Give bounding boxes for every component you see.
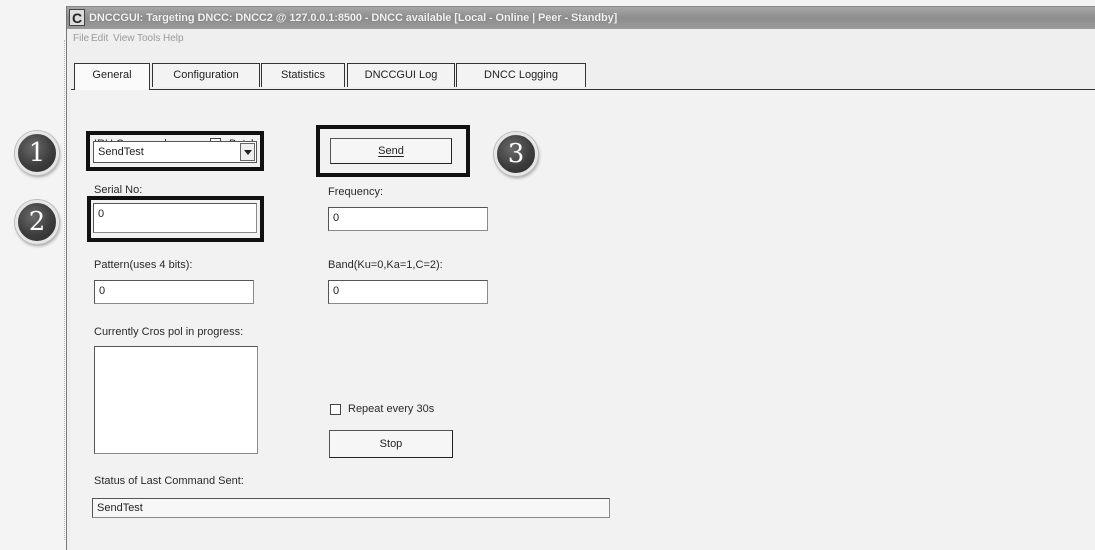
repeat-label: Repeat every 30s — [348, 403, 435, 415]
callout-2: 2 — [15, 200, 59, 244]
window-title: DNCCGUI: Targeting DNCC: DNCC2 @ 127.0.0… — [89, 12, 618, 24]
menu-file[interactable]: File — [73, 30, 89, 48]
cross-pol-label: Currently Cros pol in progress: — [94, 326, 244, 338]
repeat-checkbox[interactable] — [330, 404, 341, 415]
cross-pol-list[interactable] — [94, 346, 258, 454]
status-label: Status of Last Command Sent: — [94, 475, 244, 487]
band-label: Band(Ku=0,Ka=1,C=2): — [328, 259, 443, 271]
app-window: C DNCCGUI: Targeting DNCC: DNCC2 @ 127.0… — [66, 6, 1095, 550]
tab-configuration[interactable]: Configuration — [152, 63, 260, 87]
tab-strip: General Configuration Statistics DNCCGUI… — [67, 63, 1095, 90]
status-field: SendTest — [92, 498, 610, 518]
chevron-down-icon — [244, 150, 252, 155]
callout-1: 1 — [15, 131, 59, 175]
tab-dncc-logging[interactable]: DNCC Logging — [456, 63, 586, 87]
tab-general[interactable]: General — [74, 63, 150, 90]
menu-edit[interactable]: Edit — [91, 30, 108, 48]
frequency-input[interactable]: 0 — [328, 207, 488, 231]
callout-3: 3 — [494, 132, 538, 176]
iru-command-dropdown[interactable]: SendTest — [93, 141, 257, 163]
tab-dnccgui-log[interactable]: DNCCGUI Log — [347, 63, 455, 87]
tab-statistics[interactable]: Statistics — [261, 63, 345, 87]
band-input[interactable]: 0 — [328, 280, 488, 304]
send-button[interactable]: Send — [330, 138, 452, 164]
serial-input[interactable]: 0 — [93, 203, 257, 233]
dropdown-arrow[interactable] — [240, 143, 255, 161]
screenshot: C DNCCGUI: Targeting DNCC: DNCC2 @ 127.0… — [0, 0, 1095, 550]
stop-button[interactable]: Stop — [329, 430, 453, 458]
send-button-label: Send — [378, 145, 404, 157]
menu-bar: File Edit View Tools Help — [67, 30, 1095, 48]
pattern-label: Pattern(uses 4 bits): — [94, 259, 193, 271]
iru-command-value: SendTest — [98, 146, 144, 158]
app-icon: C — [69, 9, 85, 26]
menu-view[interactable]: View — [113, 30, 135, 48]
menu-help[interactable]: Help — [163, 30, 184, 48]
title-bar[interactable]: C DNCCGUI: Targeting DNCC: DNCC2 @ 127.0… — [67, 7, 1095, 29]
serial-label: Serial No: — [94, 184, 143, 196]
menu-tools[interactable]: Tools — [137, 30, 160, 48]
pattern-input[interactable]: 0 — [94, 280, 254, 304]
frequency-label: Frequency: — [328, 186, 384, 198]
